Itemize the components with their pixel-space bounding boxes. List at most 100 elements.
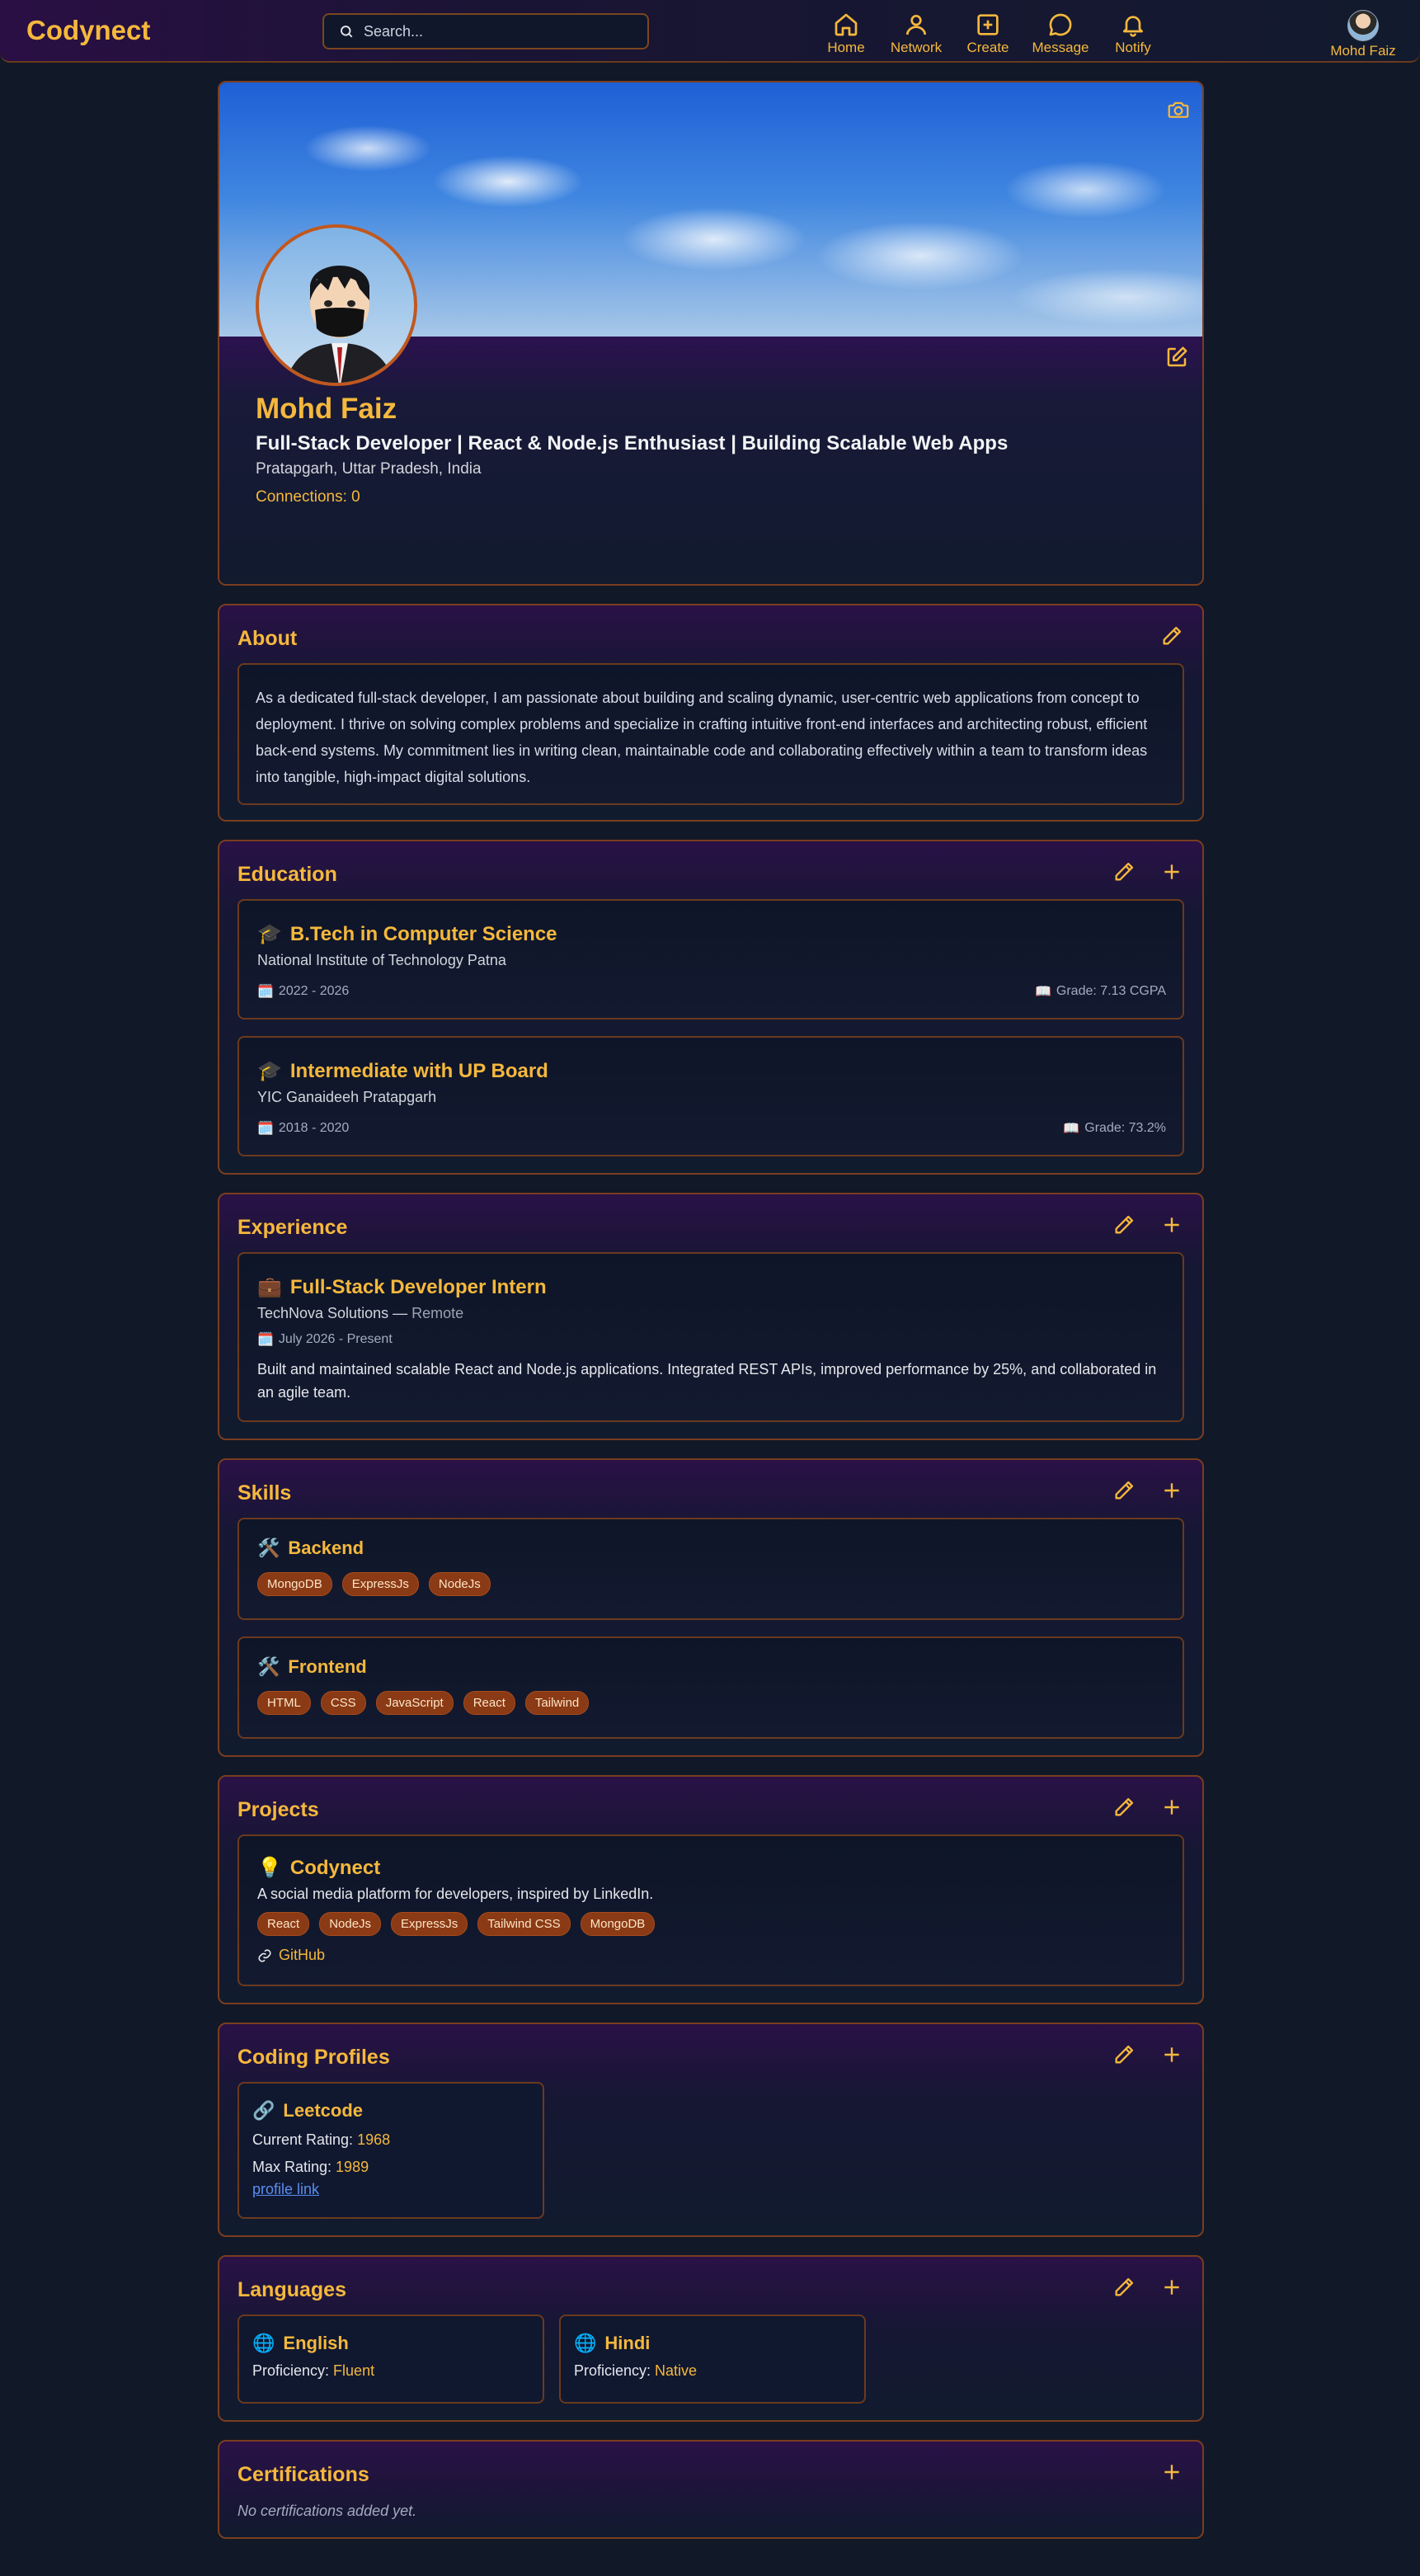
briefcase-icon: 💼 (257, 1276, 282, 1298)
skill-group-name: Backend (288, 1538, 364, 1558)
nav-notify[interactable]: Notify (1096, 12, 1170, 56)
book-icon: 📖 (1034, 985, 1051, 999)
plus-icon (1164, 1800, 1179, 1815)
add-certification-button[interactable] (1159, 2460, 1184, 2484)
about-text: As a dedicated full-stack developer, I a… (256, 690, 1148, 785)
home-icon (835, 13, 858, 36)
nav-user-menu[interactable]: Mohd Faiz (1324, 10, 1403, 59)
education-section: Education 🎓 B.Tech in Computer Science Na… (218, 840, 1204, 1175)
message-icon (1049, 13, 1072, 36)
skill-group: 🛠️ Backend MongoDB ExpressJs NodeJs (237, 1518, 1184, 1620)
language-card: 🌐 Hindi Proficiency: Native (559, 2315, 866, 2404)
skill-chip: MongoDB (257, 1572, 332, 1596)
add-project-button[interactable] (1159, 1795, 1184, 1820)
coding-profiles-section: Coding Profiles 🔗 Leetcode Current Rating… (218, 2023, 1204, 2237)
experience-description: Built and maintained scalable React and … (257, 1361, 1157, 1401)
profile-location: Pratapgarh, Uttar Pradesh, India (256, 460, 482, 478)
add-experience-button[interactable] (1159, 1213, 1184, 1237)
project-link-label: GitHub (279, 1947, 326, 1963)
experience-mode: Remote (411, 1305, 464, 1321)
experience-role: Full-Stack Developer Intern (289, 1275, 547, 1298)
section-title: Skills (237, 1481, 292, 1505)
project-description: A social media platform for developers, … (257, 1886, 654, 1902)
language-name: Hindi (604, 2333, 651, 2353)
coding-profile-card: 🔗 Leetcode Current Rating: 1968 Max Ratin… (237, 2082, 544, 2219)
experience-dates: July 2026 - Present (278, 1332, 393, 1346)
education-school: National Institute of Technology Patna (257, 952, 506, 968)
project-tag: React (257, 1912, 310, 1936)
plus-icon (1164, 864, 1179, 879)
add-skill-button[interactable] (1159, 1478, 1184, 1503)
about-section: About As a dedicated full-stack develope… (218, 604, 1204, 822)
edit-education-button[interactable] (1112, 859, 1136, 884)
banner-camera-button[interactable] (1166, 97, 1191, 122)
experience-item[interactable]: 💼 Full-Stack Developer Intern TechNova So… (237, 1252, 1184, 1422)
education-item[interactable]: 🎓 Intermediate with UP Board YIC Ganaidee… (237, 1036, 1184, 1156)
education-degree: Intermediate with UP Board (289, 1059, 548, 1082)
edit-coding-profiles-button[interactable] (1112, 2042, 1136, 2067)
project-github-link[interactable]: GitHub (257, 1947, 325, 1964)
profile-avatar[interactable] (256, 224, 417, 386)
edit-projects-button[interactable] (1112, 1795, 1136, 1820)
proficiency-value: Native (655, 2362, 698, 2379)
profile-connections[interactable]: Connections: 0 (256, 488, 360, 506)
search-icon (341, 26, 353, 38)
section-title: Certifications (237, 2463, 369, 2486)
pencil-icon (1115, 1481, 1134, 1500)
nav-home[interactable]: Home (809, 12, 883, 56)
education-years: 2022 - 2026 (278, 984, 350, 998)
add-education-button[interactable] (1159, 859, 1184, 884)
proficiency-label: Proficiency: (252, 2362, 334, 2379)
nav-network-label: Network (890, 40, 943, 55)
pencil-icon (1115, 1215, 1134, 1234)
nav-create[interactable]: Create (951, 12, 1025, 56)
coding-profile-link[interactable]: profile link (252, 2181, 319, 2198)
search-box[interactable] (322, 13, 649, 49)
edit-experience-button[interactable] (1112, 1213, 1136, 1237)
certifications-section: Certifications No certifications added y… (218, 2440, 1204, 2539)
graduation-cap-icon: 🎓 (257, 923, 282, 945)
section-title: Coding Profiles (237, 2046, 390, 2069)
max-rating-label: Max Rating: (252, 2159, 336, 2175)
top-navbar: Codynect Home Network Create Message Not… (0, 0, 1420, 63)
pencil-icon (1115, 1797, 1134, 1816)
plus-square-icon (977, 14, 999, 35)
nav-create-label: Create (966, 40, 1009, 55)
proficiency-label: Proficiency: (574, 2362, 656, 2379)
skill-chip: NodeJs (428, 1572, 491, 1596)
pencil-icon (1115, 2045, 1134, 2064)
current-rating-label: Current Rating: (252, 2131, 358, 2148)
experience-company: TechNova Solutions — (257, 1305, 412, 1321)
education-years: 2018 - 2020 (278, 1121, 350, 1135)
add-language-button[interactable] (1159, 2275, 1184, 2300)
nav-message[interactable]: Message (1023, 12, 1098, 56)
edit-about-button[interactable] (1159, 624, 1184, 648)
edit-profile-button[interactable] (1164, 345, 1189, 370)
education-item[interactable]: 🎓 B.Tech in Computer Science National Ins… (237, 899, 1184, 1020)
section-title: Languages (237, 2278, 346, 2301)
max-rating-value: 1989 (336, 2159, 369, 2175)
lightbulb-icon: 💡 (257, 1857, 282, 1879)
link-icon (258, 1948, 271, 1962)
nav-network[interactable]: Network (879, 12, 953, 56)
project-item[interactable]: 💡 Codynect A social media platform for de… (237, 1834, 1184, 1986)
profile-name: Mohd Faiz (256, 393, 397, 425)
nav-notify-label: Notify (1115, 40, 1151, 55)
calendar-icon: 🗓️ (257, 1122, 274, 1136)
edit-skills-button[interactable] (1112, 1478, 1136, 1503)
profile-card: Mohd Faiz Full-Stack Developer | React &… (218, 81, 1204, 586)
project-tag: NodeJs (319, 1912, 382, 1936)
tools-icon: 🛠️ (257, 1538, 280, 1558)
app-logo[interactable]: Codynect (26, 15, 150, 46)
link-icon: 🔗 (252, 2100, 275, 2121)
edit-languages-button[interactable] (1112, 2275, 1136, 2300)
current-rating-value: 1968 (357, 2131, 391, 2148)
education-grade: Grade: 73.2% (1084, 1121, 1166, 1135)
plus-icon (1164, 2047, 1179, 2062)
nav-user-name: Mohd Faiz (1330, 43, 1396, 59)
search-input[interactable] (364, 22, 628, 40)
add-coding-profile-button[interactable] (1159, 2042, 1184, 2067)
section-title: Experience (237, 1216, 348, 1239)
skill-chip: React (463, 1691, 515, 1715)
skill-chip: HTML (257, 1691, 311, 1715)
